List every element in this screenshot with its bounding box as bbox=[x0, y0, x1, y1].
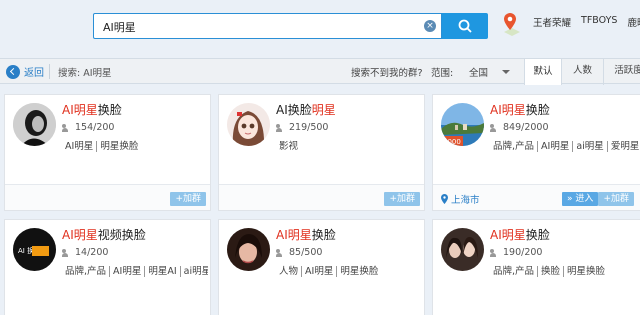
member-count: 154/200 bbox=[62, 122, 114, 133]
card-footer: 上海市 » 进入 +加群 bbox=[433, 184, 640, 210]
group-avatar bbox=[227, 103, 270, 146]
hot-tag[interactable]: TFBOYS bbox=[581, 15, 617, 29]
person-icon bbox=[276, 248, 286, 257]
tab-members[interactable]: 人数 bbox=[561, 58, 603, 85]
map-location-icon[interactable] bbox=[500, 10, 524, 38]
hot-tag[interactable]: 鹿晗 bbox=[627, 15, 640, 29]
divider bbox=[49, 64, 50, 79]
hot-tag[interactable]: 王者荣耀 bbox=[533, 15, 571, 29]
join-group-button[interactable]: +加群 bbox=[384, 192, 420, 206]
scope-select[interactable]: 全国 bbox=[469, 65, 488, 79]
group-avatar bbox=[441, 228, 484, 271]
card-footer: +加群 bbox=[5, 184, 210, 210]
card-footer: +加群 bbox=[219, 184, 424, 210]
person-icon bbox=[62, 248, 72, 257]
group-avatar bbox=[13, 103, 56, 146]
search-icon bbox=[458, 19, 472, 33]
group-card[interactable]: AI明星换脸 85/500 人物 AI明星 明星换脸 bbox=[218, 219, 425, 315]
group-card[interactable]: 2000 AI明星换脸 849/2000 品牌,产品 AI明星 ai明星 爱明星 上海… bbox=[432, 94, 640, 211]
group-card[interactable]: AI明星换脸 154/200 AI明星 明星换脸 +加群 bbox=[4, 94, 211, 211]
join-group-button[interactable]: +加群 bbox=[170, 192, 206, 206]
scope-label: 范围: bbox=[431, 68, 454, 79]
group-title[interactable]: AI明星换脸 bbox=[490, 226, 550, 243]
member-count: 219/500 bbox=[276, 122, 328, 133]
group-title[interactable]: AI明星视频换脸 bbox=[62, 226, 146, 243]
person-icon bbox=[490, 248, 500, 257]
member-count: 849/2000 bbox=[490, 122, 549, 133]
group-title[interactable]: AI明星换脸 bbox=[276, 226, 336, 243]
not-found-link[interactable]: 搜索不到我的群? bbox=[351, 65, 423, 79]
group-avatar: 2000 bbox=[441, 103, 484, 146]
group-title[interactable]: AI明星换脸 bbox=[490, 101, 550, 118]
enter-group-button[interactable]: » 进入 bbox=[562, 192, 599, 206]
group-title[interactable]: AI换脸明星 bbox=[276, 101, 336, 118]
top-bar: AI明星 × 王者荣耀 TFBOYS 鹿晗 bbox=[0, 0, 640, 57]
group-card[interactable]: AI 换脸 AI明星视频换脸 14/200 品牌,产品 AI明星 明星AI ai明星 bbox=[4, 219, 211, 315]
chevron-down-icon[interactable] bbox=[502, 70, 510, 74]
group-tags: 影视 bbox=[279, 141, 299, 152]
back-label: 返回 bbox=[24, 68, 44, 79]
city-label: 上海市 bbox=[441, 192, 480, 206]
clear-icon[interactable]: × bbox=[424, 20, 436, 32]
join-group-button[interactable]: +加群 bbox=[598, 192, 634, 206]
search-input[interactable]: AI明星 × bbox=[93, 13, 442, 39]
hot-tags: 王者荣耀 TFBOYS 鹿晗 bbox=[533, 15, 640, 29]
search-breadcrumb: 搜索: AI明星 bbox=[58, 68, 112, 79]
group-card[interactable]: AI明星换脸 190/200 品牌,产品 换脸 明星换脸 bbox=[432, 219, 640, 315]
search-query[interactable]: AI明星 bbox=[103, 19, 136, 35]
group-avatar: AI 换脸 bbox=[13, 228, 56, 271]
person-icon bbox=[276, 123, 286, 132]
person-icon bbox=[490, 123, 500, 132]
group-card[interactable]: AI换脸明星 219/500 影视 +加群 bbox=[218, 94, 425, 211]
tab-default[interactable]: 默认 bbox=[524, 58, 561, 85]
member-count: 14/200 bbox=[62, 247, 108, 258]
group-tags: 人物 AI明星 明星换脸 bbox=[276, 263, 422, 277]
badge-text: 2000 bbox=[443, 138, 461, 146]
filter-bar: 返回 搜索: AI明星 搜索不到我的群? 范围: 全国 默认 人数 活跃度 bbox=[0, 58, 640, 85]
person-icon bbox=[62, 123, 72, 132]
group-avatar bbox=[227, 228, 270, 271]
group-title[interactable]: AI明星换脸 bbox=[62, 101, 122, 118]
search-button[interactable] bbox=[442, 13, 488, 39]
tab-activity[interactable]: 活跃度 bbox=[603, 58, 640, 85]
group-tags: 品牌,产品 换脸 明星换脸 bbox=[490, 263, 636, 277]
group-tags: AI明星 明星换脸 bbox=[62, 138, 208, 152]
member-count: 85/500 bbox=[276, 247, 322, 258]
group-tags: 品牌,产品 AI明星 明星AI ai明星 bbox=[62, 263, 208, 277]
back-button[interactable]: 返回 bbox=[6, 64, 44, 79]
location-pin-icon bbox=[441, 194, 448, 204]
member-count: 190/200 bbox=[490, 247, 542, 258]
group-tags: 品牌,产品 AI明星 ai明星 爱明星 bbox=[490, 138, 640, 152]
back-arrow-icon bbox=[6, 64, 20, 79]
